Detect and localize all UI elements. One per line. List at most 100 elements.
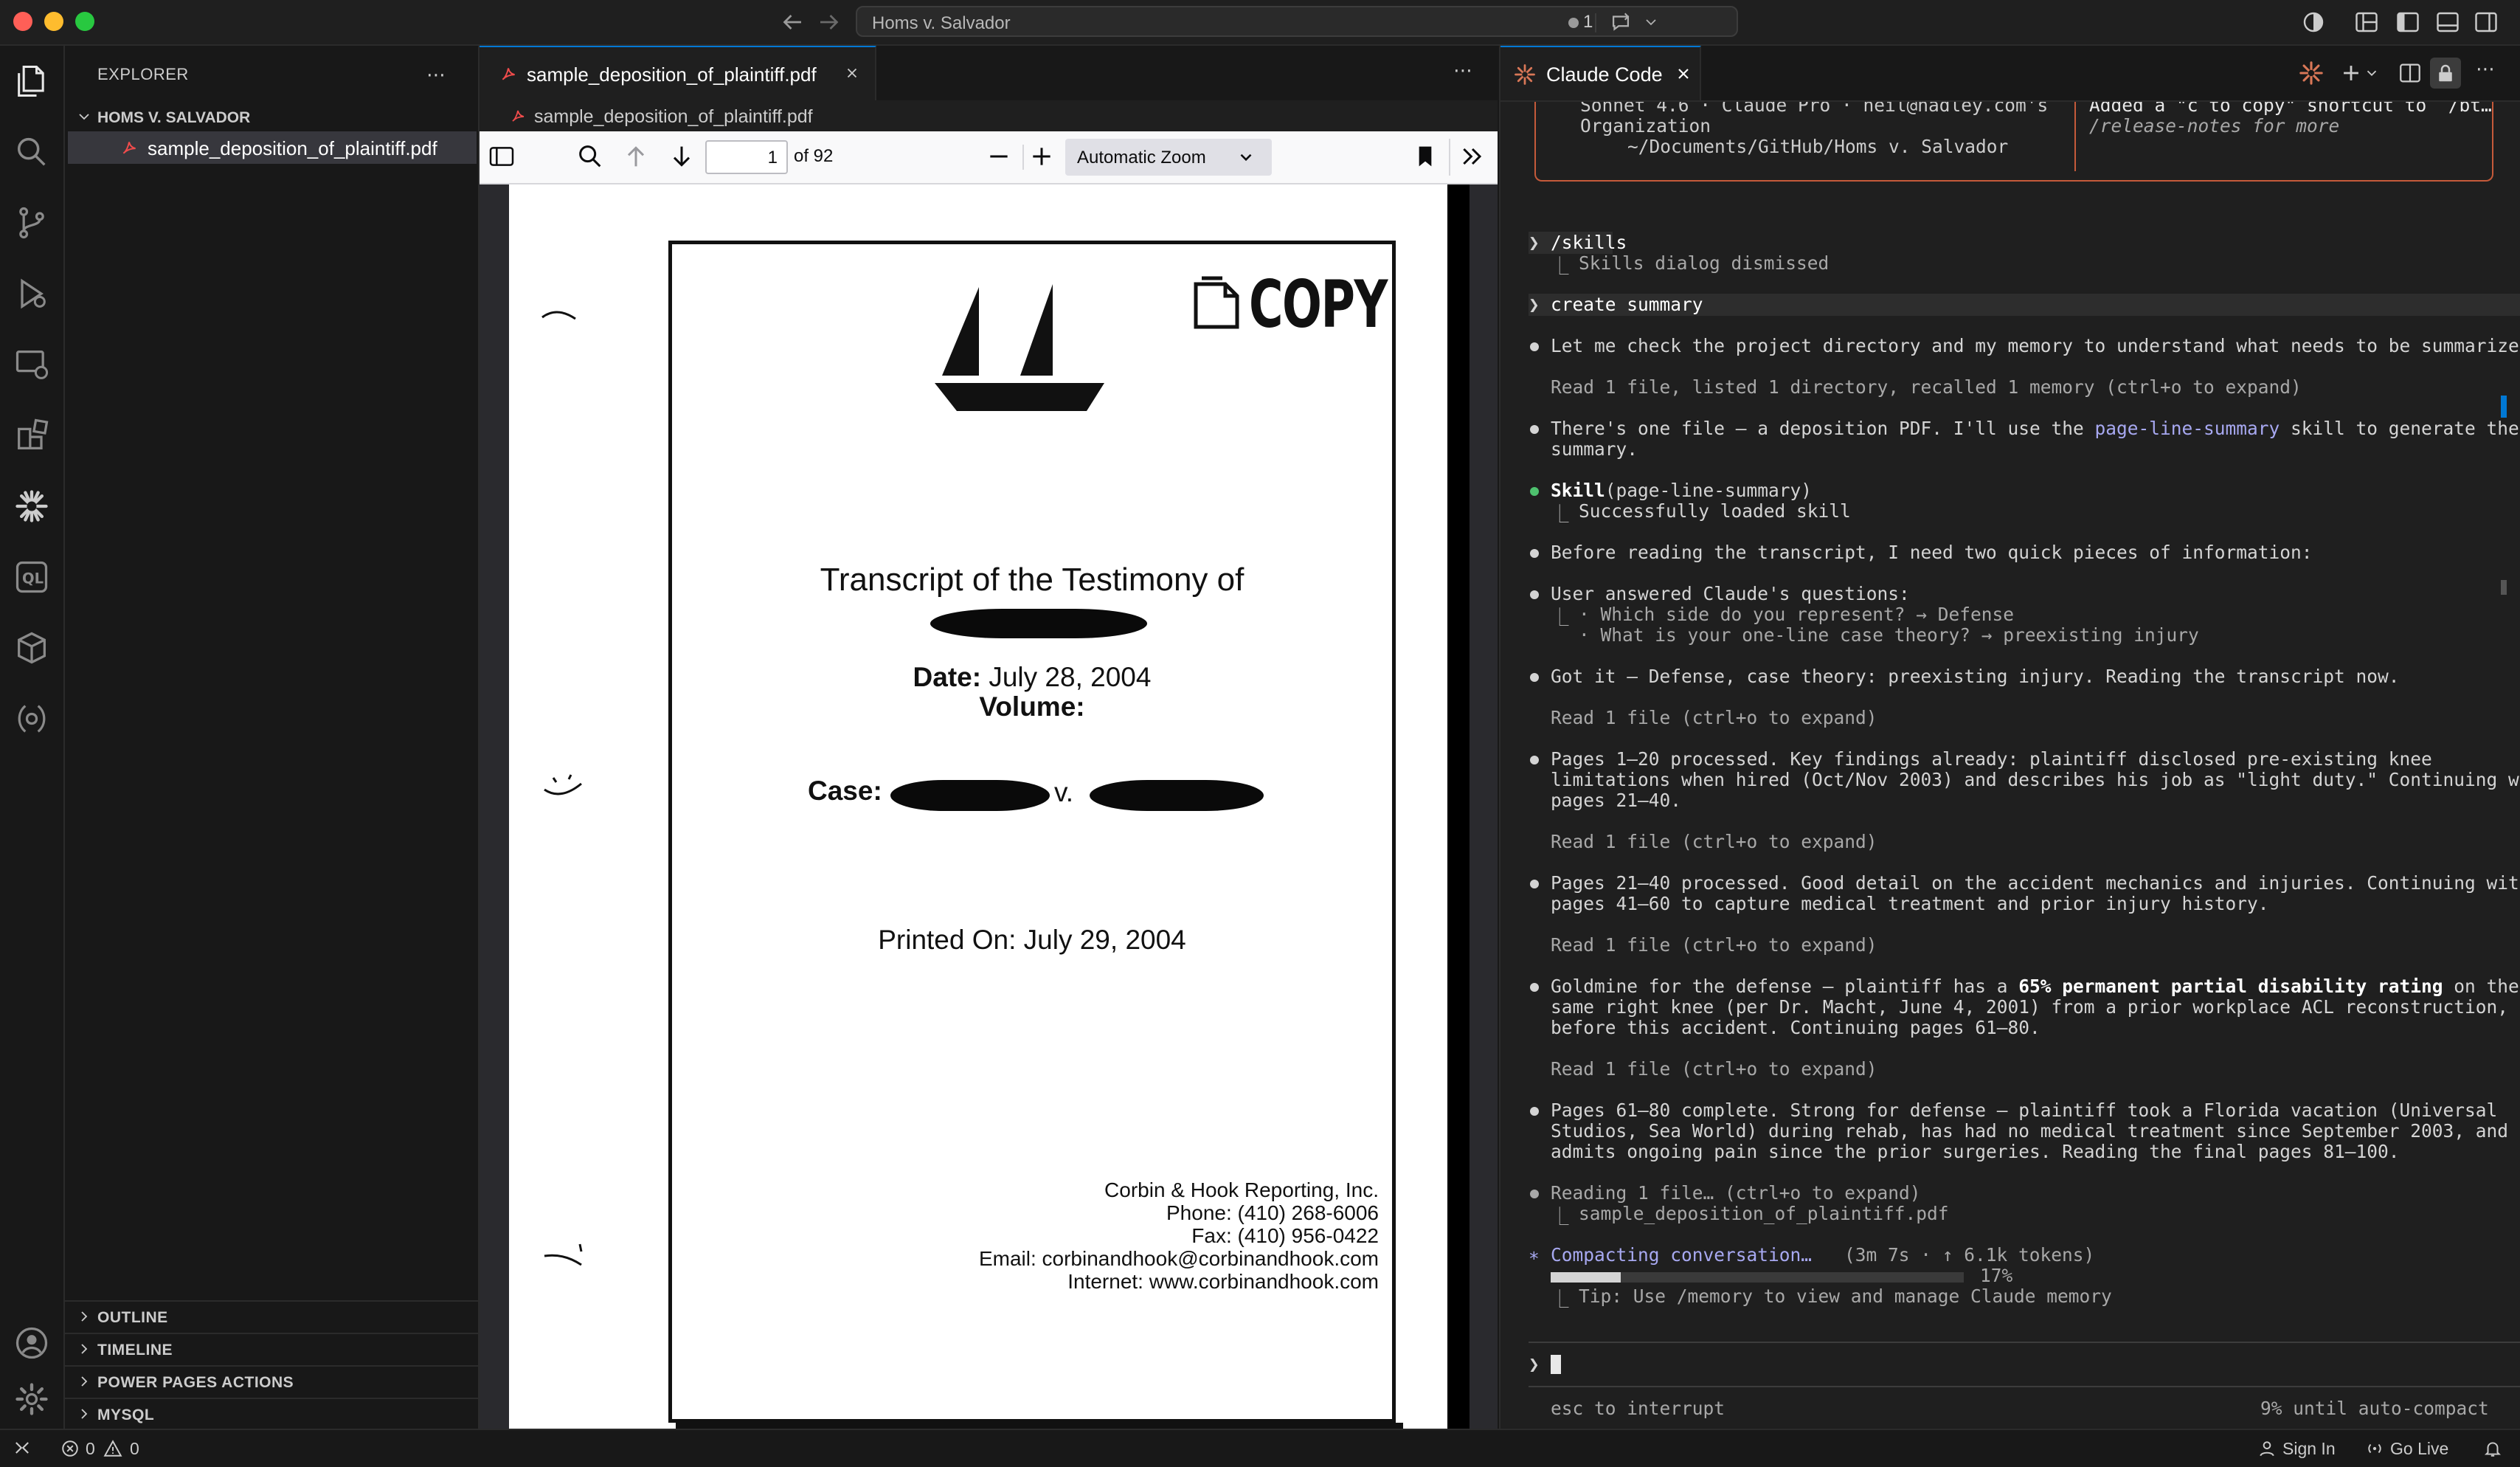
chevron-down-icon[interactable] — [2364, 65, 2380, 81]
msg-goldmine-c: before this accident. Continuing pages 6… — [1551, 1017, 2040, 1038]
copilot-chat-icon[interactable] — [1608, 10, 1633, 35]
breadcrumb-file[interactable]: sample_deposition_of_plaintiff.pdf — [534, 106, 813, 128]
maximize-window-button[interactable] — [75, 12, 94, 31]
zoom-in-icon[interactable] — [1027, 142, 1056, 171]
success-bullet-icon — [1530, 487, 1539, 496]
msg-one-file-cont: summary. — [1551, 438, 1638, 460]
search-icon[interactable] — [13, 133, 51, 171]
skill-link[interactable]: page-line-summary — [2095, 418, 2280, 439]
file-item-deposition[interactable]: sample_deposition_of_plaintiff.pdf — [68, 131, 477, 164]
warning-count[interactable]: 0 — [130, 1439, 139, 1459]
page-number-input[interactable]: 1 — [705, 140, 788, 174]
timeline-label: TIMELINE — [97, 1342, 173, 1359]
settings-gear-icon[interactable] — [13, 1380, 51, 1418]
session-info-box: Sonnet 4.6 · Claude Pro · neil@hadley.co… — [1534, 102, 2493, 182]
next-page-icon[interactable] — [667, 142, 696, 171]
go-live-button[interactable]: Go Live — [2390, 1439, 2448, 1459]
editor-tabs: sample_deposition_of_plaintiff.pdf ⋯ — [480, 46, 1498, 102]
compacting-meta: (3m 7s · ↑ 6.1k tokens) — [1844, 1244, 2095, 1266]
msg-before-reading: Before reading the transcript, I need tw… — [1551, 542, 2313, 563]
accounts-shield-icon[interactable] — [2300, 9, 2327, 35]
back-arrow-icon[interactable] — [779, 9, 806, 35]
run-debug-icon[interactable] — [13, 275, 51, 313]
editor-more-actions-icon[interactable]: ⋯ — [1453, 59, 1472, 82]
outline-section[interactable]: OUTLINE — [65, 1300, 478, 1334]
close-tab-icon[interactable] — [1675, 65, 1692, 83]
esc-hint: esc to interrupt — [1551, 1398, 1725, 1419]
more-actions-icon[interactable]: ⋯ — [426, 63, 446, 86]
forward-arrow-icon[interactable] — [816, 9, 842, 35]
mysql-section[interactable]: MYSQL — [65, 1398, 478, 1432]
claude-tab-label: Claude Code — [1546, 63, 1663, 86]
sidebar-toggle-icon[interactable] — [487, 142, 516, 171]
remote-indicator-icon[interactable] — [12, 1437, 32, 1458]
sqltools-icon[interactable]: QL — [13, 558, 51, 596]
minimize-window-button[interactable] — [44, 12, 63, 31]
lock-group-button[interactable] — [2430, 58, 2461, 89]
msg-pages-61-80-b: Studios, Sea World) during rehab, has ha… — [1551, 1120, 2509, 1142]
account-icon[interactable] — [2257, 1439, 2277, 1458]
window-title: Homs v. Salvador — [872, 13, 1011, 33]
prompt-chevron-icon: ❯ — [1529, 1353, 1540, 1375]
customize-layout-icon[interactable] — [2353, 9, 2380, 35]
toggle-panel-icon[interactable] — [2434, 9, 2461, 35]
message-bullet-icon — [1530, 756, 1539, 764]
redaction-defendant — [1090, 780, 1264, 811]
model-info: Sonnet 4.6 · Claude Pro · neil@hadley.co… — [1580, 102, 2049, 116]
pdf-viewer[interactable]: COPY Transcript of the Testimony of Date… — [480, 184, 1498, 1429]
prompt-input[interactable] — [1551, 1355, 1561, 1374]
claude-terminal[interactable]: Sonnet 4.6 · Claude Pro · neil@hadley.co… — [1500, 102, 2520, 1429]
zoom-select[interactable]: Automatic Zoom — [1065, 139, 1272, 176]
tools-overflow-icon[interactable] — [1458, 142, 1487, 171]
broadcast-icon[interactable] — [2365, 1439, 2384, 1458]
sign-in-button[interactable]: Sign In — [2282, 1439, 2336, 1459]
warning-icon[interactable] — [103, 1439, 122, 1458]
chevron-down-icon[interactable] — [1642, 13, 1660, 31]
error-count[interactable]: 0 — [86, 1439, 95, 1459]
msg-pages-1-20-a: Pages 1–20 processed. Key findings alrea… — [1551, 748, 2432, 770]
power-pages-actions-section[interactable]: POWER PAGES ACTIONS — [65, 1365, 478, 1399]
date-label: Date: — [913, 662, 982, 692]
bookmark-icon[interactable] — [1410, 142, 1440, 171]
file-name: sample_deposition_of_plaintiff.pdf — [148, 137, 437, 159]
message-bullet-icon — [1530, 1190, 1539, 1198]
split-editor-icon[interactable] — [2398, 61, 2423, 86]
remote-explorer-icon[interactable] — [13, 345, 51, 384]
tab-deposition-pdf[interactable]: sample_deposition_of_plaintiff.pdf — [480, 46, 876, 100]
scrollbar-thumb[interactable] — [2501, 396, 2507, 418]
message-bullet-icon — [1530, 1107, 1539, 1116]
close-tab-icon[interactable] — [844, 65, 860, 81]
add-icon[interactable] — [2339, 61, 2364, 86]
chevron-right-icon — [75, 1373, 93, 1390]
volume-label: Volume: — [979, 691, 1085, 722]
zoom-out-icon[interactable] — [984, 142, 1014, 171]
claude-new-session-icon[interactable] — [2299, 61, 2324, 86]
pdf-toolbar: 1 of 92 Automatic Zoom — [480, 131, 1498, 184]
more-actions-icon[interactable]: ⋯ — [2476, 58, 2495, 80]
accounts-icon[interactable] — [13, 1324, 51, 1362]
error-icon[interactable] — [60, 1439, 80, 1458]
explorer-sidebar: EXPLORER ⋯ HOMS V. SALVADOR sample_depos… — [65, 46, 480, 1429]
containers-icon[interactable] — [13, 629, 51, 667]
toggle-primary-sidebar-icon[interactable] — [2395, 9, 2421, 35]
pdf-file-icon — [120, 137, 139, 156]
find-search-icon[interactable] — [575, 142, 605, 171]
tool-read-1: Read 1 file, listed 1 directory, recalle… — [1551, 376, 2302, 398]
claude-burst-icon[interactable] — [13, 487, 51, 525]
tab-claude-code[interactable]: Claude Code — [1500, 46, 1701, 100]
previous-page-icon[interactable] — [621, 142, 651, 171]
timeline-section[interactable]: TIMELINE — [65, 1333, 478, 1367]
auto-compact-hint: 9% until auto-compact — [2260, 1398, 2489, 1419]
source-control-icon[interactable] — [13, 204, 51, 242]
message-bullet-icon — [1530, 549, 1539, 558]
folder-homs-v-salvador[interactable]: HOMS V. SALVADOR — [65, 102, 478, 131]
explorer-files-icon[interactable] — [13, 62, 51, 100]
extensions-icon[interactable] — [13, 416, 51, 455]
case-vs: v. — [1054, 777, 1074, 807]
toggle-secondary-sidebar-icon[interactable] — [2473, 9, 2499, 35]
power-platform-icon[interactable] — [13, 700, 51, 738]
news-line: Added a "c to copy" shortcut to `/bt… — [2089, 102, 2492, 116]
close-window-button[interactable] — [13, 12, 32, 31]
notifications-bell-icon[interactable] — [2483, 1439, 2502, 1458]
command-center-search[interactable]: Homs v. Salvador 1 — [856, 6, 1738, 37]
